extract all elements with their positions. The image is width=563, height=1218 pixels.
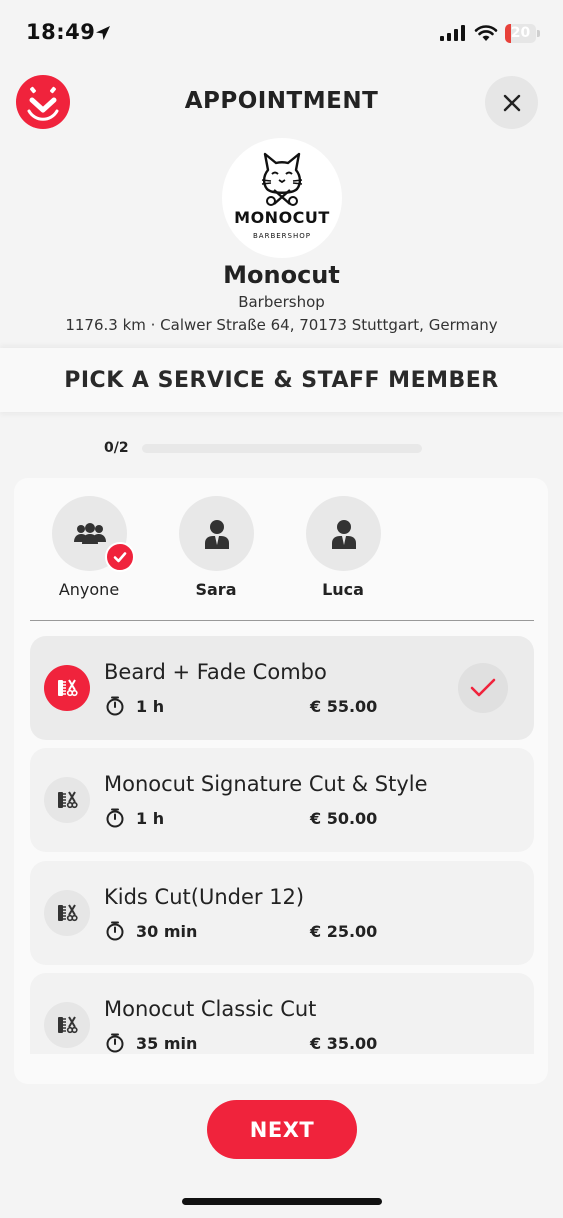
page-title: APPOINTMENT — [184, 88, 379, 114]
next-button[interactable]: NEXT — [207, 1100, 357, 1159]
section-banner: PICK A SERVICE & STAFF MEMBER — [0, 348, 563, 412]
section-title: PICK A SERVICE & STAFF MEMBER — [64, 368, 499, 393]
timer-icon — [105, 808, 125, 832]
battery-level: 20 — [510, 25, 531, 41]
service-name: Monocut Classic Cut — [104, 997, 317, 1021]
service-duration: 30 min — [136, 922, 198, 941]
shop-logo-subtext: BARBERSHOP — [253, 232, 311, 240]
service-duration: 35 min — [136, 1034, 198, 1053]
status-time: 18:49 — [26, 20, 96, 44]
shop-logo-text: MONOCUT — [234, 208, 330, 227]
timer-icon — [105, 696, 125, 720]
service-name: Kids Cut(Under 12) — [104, 885, 305, 909]
comb-scissors-icon — [44, 665, 90, 711]
staff-option-anyone[interactable]: Anyone — [44, 496, 135, 606]
shop-address: 1176.3 km · Calwer Straße 64, 70173 Stut… — [65, 316, 498, 334]
service-item-monocut-classic[interactable]: Monocut Classic Cut 35 min € 35.00 — [30, 973, 534, 1054]
staff-name: Anyone — [58, 580, 120, 599]
person-icon — [204, 519, 229, 549]
staff-avatar — [179, 496, 254, 571]
selection-card: Anyone Sara Luca Beard + Fade Combo 1 h … — [14, 478, 548, 1084]
close-button[interactable] — [485, 76, 538, 129]
timer-icon — [105, 1033, 125, 1054]
location-arrow-icon — [94, 24, 112, 46]
shop-logo: MONOCUT BARBERSHOP — [222, 138, 342, 258]
progress-bar — [142, 444, 422, 453]
service-item-kids-cut[interactable]: Kids Cut(Under 12) 30 min € 25.00 — [30, 861, 534, 965]
comb-scissors-icon — [44, 1002, 90, 1048]
wifi-icon — [474, 24, 498, 46]
service-duration: 1 h — [136, 809, 165, 828]
shop-name: Monocut — [223, 261, 340, 289]
service-price: € 50.00 — [310, 809, 378, 828]
staff-name: Sara — [195, 580, 237, 599]
service-list[interactable]: Beard + Fade Combo 1 h € 55.00 Monocut S… — [30, 636, 534, 1054]
check-icon — [458, 663, 508, 713]
home-indicator — [182, 1198, 382, 1205]
service-price: € 25.00 — [310, 922, 378, 941]
selected-check-icon — [105, 542, 135, 572]
status-bar: 18:49 20 — [0, 0, 563, 70]
staff-option-sara[interactable]: Sara — [171, 496, 261, 606]
person-icon — [331, 519, 356, 549]
cellular-signal-icon — [440, 25, 466, 45]
service-name: Monocut Signature Cut & Style — [104, 772, 428, 796]
staff-avatar — [306, 496, 381, 571]
comb-scissors-icon — [44, 890, 90, 936]
service-item-monocut-signature[interactable]: Monocut Signature Cut & Style 1 h € 50.0… — [30, 748, 534, 852]
shop-type: Barbershop — [238, 293, 325, 311]
battery-icon: 20 — [505, 24, 540, 43]
group-icon — [73, 522, 106, 544]
timer-icon — [105, 921, 125, 945]
service-price: € 55.00 — [310, 697, 378, 716]
progress-count: 0/2 — [104, 440, 129, 456]
staff-name: Luca — [322, 580, 364, 599]
comb-scissors-icon — [44, 777, 90, 823]
service-item-beard-fade-combo[interactable]: Beard + Fade Combo 1 h € 55.00 — [30, 636, 534, 740]
close-icon — [503, 94, 520, 111]
service-name: Beard + Fade Combo — [104, 660, 327, 684]
service-duration: 1 h — [136, 697, 165, 716]
service-price: € 35.00 — [310, 1034, 378, 1053]
staff-option-luca[interactable]: Luca — [298, 496, 388, 606]
divider — [30, 620, 534, 621]
cat-scissors-icon — [261, 152, 303, 206]
